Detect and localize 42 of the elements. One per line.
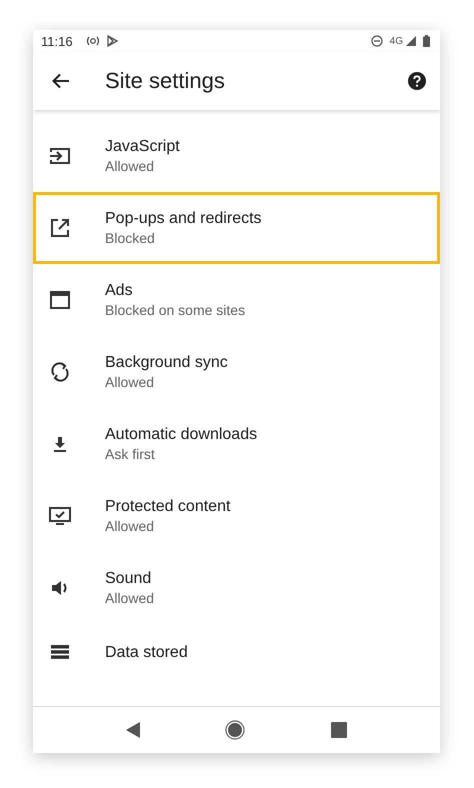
window-icon bbox=[49, 290, 71, 310]
setting-status: Allowed bbox=[105, 157, 156, 176]
setting-status: Allowed bbox=[105, 373, 156, 392]
setting-status: Allowed bbox=[105, 589, 154, 608]
sync-icon bbox=[49, 362, 71, 382]
settings-item[interactable]: Background sync Allowed bbox=[33, 336, 440, 408]
do-not-disturb-icon bbox=[370, 35, 383, 47]
settings-item[interactable]: Sound Allowed bbox=[33, 552, 440, 624]
settings-item[interactable]: Ads Blocked on some sites bbox=[33, 264, 440, 336]
battery-icon bbox=[423, 35, 430, 47]
back-arrow-icon[interactable] bbox=[52, 73, 70, 89]
setting-status: Blocked bbox=[105, 229, 156, 248]
setting-title: Pop-ups and redirects bbox=[105, 209, 262, 229]
home-icon[interactable] bbox=[225, 720, 246, 740]
signal-icon bbox=[406, 36, 416, 46]
hotspot-icon bbox=[86, 36, 100, 46]
setting-title: Background sync bbox=[105, 353, 228, 373]
page-title: Site settings bbox=[105, 68, 226, 94]
setting-title: JavaScript bbox=[105, 137, 180, 157]
help-icon[interactable] bbox=[408, 72, 426, 90]
back-icon[interactable] bbox=[126, 722, 140, 738]
setting-title: Ads bbox=[105, 281, 134, 301]
setting-title: Protected content bbox=[105, 497, 230, 517]
play-store-icon bbox=[106, 35, 118, 47]
settings-item[interactable]: Pop-ups and redirects Blocked bbox=[33, 192, 440, 264]
setting-title: Automatic downloads bbox=[105, 425, 258, 445]
setting-status: Blocked on some sites bbox=[105, 301, 246, 320]
status-time: 11:16 bbox=[41, 34, 73, 48]
setting-title: Sound bbox=[105, 569, 152, 589]
settings-item[interactable]: JavaScript Allowed bbox=[33, 120, 440, 192]
list-icon bbox=[49, 642, 71, 662]
setting-status: Allowed bbox=[105, 517, 156, 536]
setting-title: Data stored bbox=[105, 642, 188, 662]
network-type: 4G bbox=[390, 36, 403, 46]
input-arrow-icon bbox=[49, 146, 71, 166]
monitor-check-icon bbox=[49, 506, 71, 526]
settings-item[interactable]: Data stored bbox=[33, 624, 440, 680]
settings-item[interactable]: Protected content Allowed bbox=[33, 480, 440, 552]
open-in-new-icon bbox=[49, 218, 71, 238]
settings-item[interactable]: Automatic downloads Ask first bbox=[33, 408, 440, 480]
recents-icon[interactable] bbox=[331, 722, 348, 738]
setting-status: Ask first bbox=[105, 445, 156, 464]
